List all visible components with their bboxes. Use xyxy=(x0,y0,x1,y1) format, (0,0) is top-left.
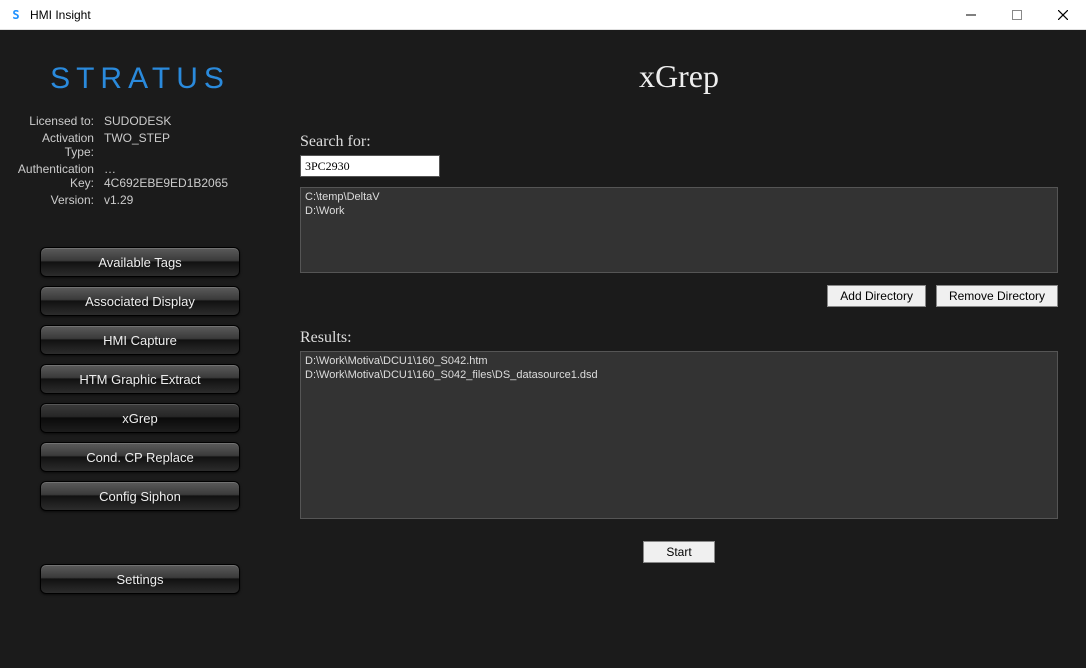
licensed-to-value: SUDODESK xyxy=(104,114,236,128)
directory-item[interactable]: D:\Work xyxy=(305,205,1053,219)
add-directory-button[interactable]: Add Directory xyxy=(827,285,926,307)
results-label: Results: xyxy=(300,329,1058,347)
nav-associated-display[interactable]: Associated Display xyxy=(40,286,240,316)
result-item[interactable]: D:\Work\Motiva\DCU1\160_S042_files\DS_da… xyxy=(305,369,1053,383)
window-maximize-button[interactable] xyxy=(994,0,1040,30)
search-for-label: Search for: xyxy=(300,133,1058,151)
results-list[interactable]: D:\Work\Motiva\DCU1\160_S042.htmD:\Work\… xyxy=(300,351,1058,519)
auth-key-label: Authentication Key: xyxy=(10,162,94,190)
remove-directory-button[interactable]: Remove Directory xyxy=(936,285,1058,307)
app-body: STRATUS Licensed to: SUDODESK Activation… xyxy=(0,30,1086,668)
window-title: HMI Insight xyxy=(30,8,91,22)
main-panel: xGrep Search for: C:\temp\DeltaVD:\Work … xyxy=(280,30,1086,668)
nav-htm-graphic-extract[interactable]: HTM Graphic Extract xyxy=(40,364,240,394)
start-button[interactable]: Start xyxy=(643,541,714,563)
nav-buttons: Available Tags Associated Display HMI Ca… xyxy=(10,247,270,594)
window-titlebar: S HMI Insight xyxy=(0,0,1086,30)
activation-type-label: Activation Type: xyxy=(10,131,94,159)
license-info: Licensed to: SUDODESK Activation Type: T… xyxy=(10,114,236,207)
version-label: Version: xyxy=(10,193,94,207)
page-title: xGrep xyxy=(300,58,1058,95)
brand-logo: STRATUS xyxy=(50,62,230,96)
app-icon: S xyxy=(8,7,24,23)
directory-actions: Add Directory Remove Directory xyxy=(300,285,1058,307)
nav-config-siphon[interactable]: Config Siphon xyxy=(40,481,240,511)
licensed-to-label: Licensed to: xyxy=(10,114,94,128)
directory-item[interactable]: C:\temp\DeltaV xyxy=(305,191,1053,205)
search-input[interactable] xyxy=(300,155,440,177)
nav-settings[interactable]: Settings xyxy=(40,564,240,594)
auth-key-value: …4C692EBE9ED1B2065 xyxy=(104,162,236,190)
version-value: v1.29 xyxy=(104,193,236,207)
sidebar: STRATUS Licensed to: SUDODESK Activation… xyxy=(0,30,280,668)
window-close-button[interactable] xyxy=(1040,0,1086,30)
directory-list[interactable]: C:\temp\DeltaVD:\Work xyxy=(300,187,1058,273)
activation-type-value: TWO_STEP xyxy=(104,131,236,159)
result-item[interactable]: D:\Work\Motiva\DCU1\160_S042.htm xyxy=(305,355,1053,369)
window-minimize-button[interactable] xyxy=(948,0,994,30)
nav-xgrep[interactable]: xGrep xyxy=(40,403,240,433)
nav-available-tags[interactable]: Available Tags xyxy=(40,247,240,277)
nav-cond-cp-replace[interactable]: Cond. CP Replace xyxy=(40,442,240,472)
nav-hmi-capture[interactable]: HMI Capture xyxy=(40,325,240,355)
